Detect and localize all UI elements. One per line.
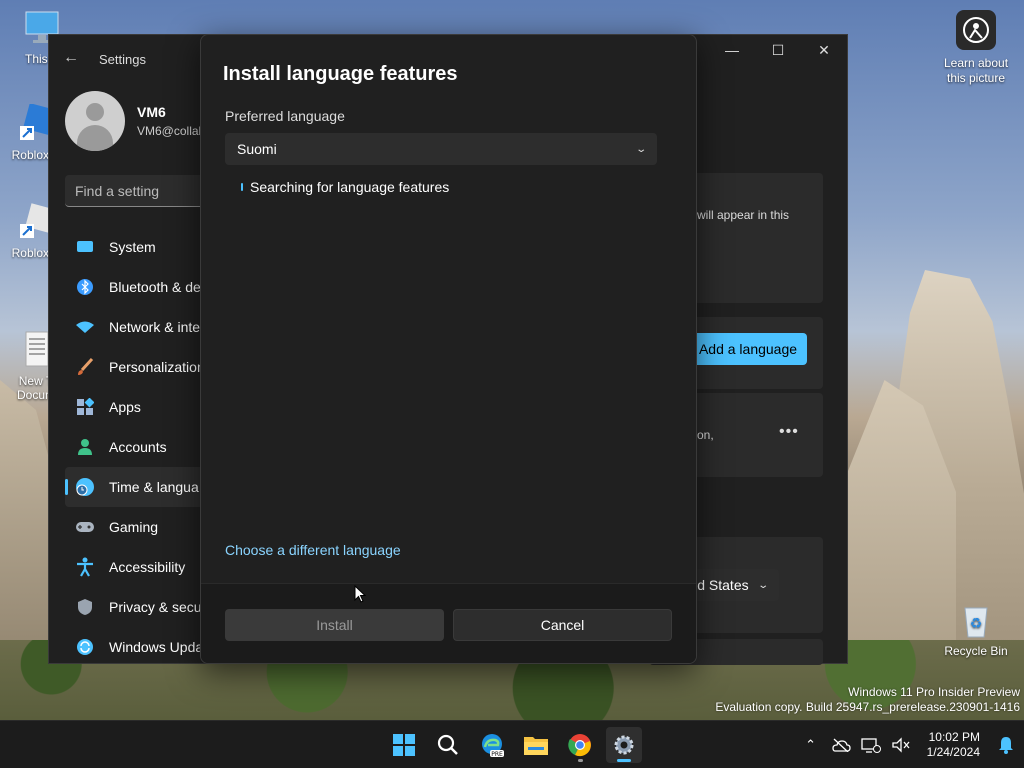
search-placeholder: Find a setting	[75, 183, 160, 199]
window-controls: — ☐ ✕	[709, 35, 847, 65]
cancel-button[interactable]: Cancel	[453, 609, 672, 641]
chrome-icon[interactable]	[562, 727, 598, 763]
network-icon[interactable]	[860, 735, 881, 755]
clock[interactable]: 10:02 PM 1/24/2024	[927, 730, 980, 760]
info-text-fragment: will appear in this	[697, 208, 790, 222]
progress-spinner-icon	[241, 183, 243, 191]
watermark-line: Windows 11 Pro Insider Preview	[848, 685, 1020, 699]
clock-date: 1/24/2024	[926, 745, 980, 759]
back-arrow-icon[interactable]: ←	[63, 49, 79, 67]
svg-text:PRE: PRE	[491, 751, 503, 758]
user-name: VM6	[137, 104, 166, 120]
volume-muted-icon[interactable]	[891, 735, 911, 755]
recycle-bin-icon: ♻	[956, 600, 996, 640]
install-language-features-dialog: Install language features Preferred lang…	[200, 34, 697, 664]
sidebar-item-label: Privacy & secu	[109, 599, 202, 615]
dialog-title: Install language features	[223, 63, 458, 85]
avatar	[65, 91, 125, 151]
taskbar: PRE ⌃ 10:02 PM 1/24/2024	[0, 720, 1024, 768]
add-language-button[interactable]: Add a language	[689, 333, 807, 365]
learn-about-picture[interactable]: Learn about this picture	[936, 10, 1016, 86]
searching-status: Searching for language features	[241, 179, 449, 195]
taskbar-apps: PRE	[386, 727, 642, 763]
system-icon	[75, 237, 95, 257]
edge-icon[interactable]: PRE	[474, 727, 510, 763]
sidebar-item-label: Personalization	[109, 359, 205, 375]
desktop-icon-label: Recycle Bin	[944, 644, 1008, 658]
status-text: Searching for language features	[250, 179, 450, 195]
sidebar-item-label: Accessibility	[109, 559, 186, 575]
sidebar-item-label: Windows Upda	[109, 639, 204, 655]
update-icon	[75, 637, 95, 657]
chevron-up-icon[interactable]: ⌃	[801, 735, 821, 755]
maximize-icon[interactable]: ☐	[755, 35, 801, 65]
file-explorer-icon[interactable]	[518, 727, 554, 763]
notification-bell-icon[interactable]	[996, 735, 1016, 755]
svg-text:♻: ♻	[970, 616, 983, 632]
sidebar-item-label: Accounts	[109, 439, 167, 455]
windows-watermark: Windows 11 Pro Insider Preview Evaluatio…	[715, 685, 1020, 715]
globe-clock-icon	[75, 477, 95, 497]
camera-info-icon	[956, 10, 996, 50]
sidebar-item-label: System	[109, 239, 156, 255]
clock-time: 10:02 PM	[928, 730, 980, 744]
desktop-icon-recycle-bin[interactable]: ♻ Recycle Bin	[938, 600, 1014, 658]
watermark-line: Evaluation copy. Build 25947.rs_prerelea…	[715, 700, 1020, 714]
selected-language: Suomi	[237, 141, 277, 157]
install-button[interactable]: Install	[225, 609, 444, 641]
search-icon[interactable]	[430, 727, 466, 763]
sidebar-item-label: Bluetooth & de	[109, 279, 201, 295]
system-tray: ⌃ 10:02 PM 1/24/2024	[801, 721, 1016, 768]
sidebar-item-label: Network & inte	[109, 319, 201, 335]
preferred-language-dropdown[interactable]: Suomi ⌄	[225, 133, 657, 165]
more-options-icon[interactable]: •••	[779, 423, 799, 441]
start-icon[interactable]	[386, 727, 422, 763]
onedrive-offline-icon[interactable]	[831, 735, 851, 755]
shield-icon	[75, 597, 95, 617]
sidebar-item-label: Time & langua	[109, 479, 199, 495]
preferred-language-label: Preferred language	[225, 108, 345, 124]
user-email: VM6@collal	[137, 124, 202, 138]
chevron-down-icon: ⌄	[756, 579, 769, 591]
chevron-down-icon: ⌄	[634, 143, 647, 155]
bluetooth-icon	[75, 277, 95, 297]
settings-icon[interactable]	[606, 727, 642, 763]
gamepad-icon	[75, 517, 95, 537]
dialog-footer: Install Cancel	[201, 583, 696, 663]
language-entry-fragment: on,	[697, 428, 714, 442]
accessibility-icon	[75, 557, 95, 577]
wifi-icon	[75, 317, 95, 337]
sidebar-item-label: Gaming	[109, 519, 159, 535]
app-title: Settings	[99, 52, 146, 67]
close-icon[interactable]: ✕	[801, 35, 847, 65]
user-profile[interactable]: VM6 VM6@collal	[65, 91, 201, 151]
region-value: d States	[697, 577, 749, 593]
minimize-icon[interactable]: —	[709, 35, 755, 65]
apps-icon	[75, 397, 95, 417]
choose-different-language-link[interactable]: Choose a different language	[225, 542, 401, 558]
brush-icon	[75, 357, 95, 377]
sidebar-item-label: Apps	[109, 399, 141, 415]
learn-about-picture-label: Learn about this picture	[943, 56, 1009, 85]
accounts-icon	[75, 437, 95, 457]
